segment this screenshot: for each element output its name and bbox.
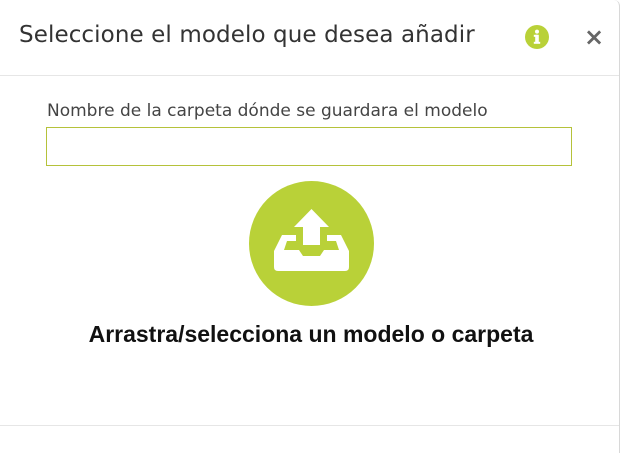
- upload-tray-icon: [274, 209, 349, 271]
- folder-name-label: Nombre de la carpeta dónde se guardara e…: [47, 101, 488, 121]
- footer-divider: [0, 425, 619, 426]
- modal-header: Seleccione el modelo que desea añadir ×: [0, 0, 619, 76]
- close-button[interactable]: ×: [579, 22, 609, 52]
- upload-button[interactable]: [249, 181, 374, 306]
- dropzone-text[interactable]: Arrastra/selecciona un modelo o carpeta: [0, 321, 619, 348]
- folder-name-input[interactable]: [46, 127, 572, 166]
- info-icon[interactable]: [525, 25, 549, 49]
- modal-body: Nombre de la carpeta dónde se guardara e…: [0, 77, 619, 425]
- modal-title: Seleccione el modelo que desea añadir: [19, 22, 475, 48]
- add-model-modal: Seleccione el modelo que desea añadir × …: [0, 0, 620, 453]
